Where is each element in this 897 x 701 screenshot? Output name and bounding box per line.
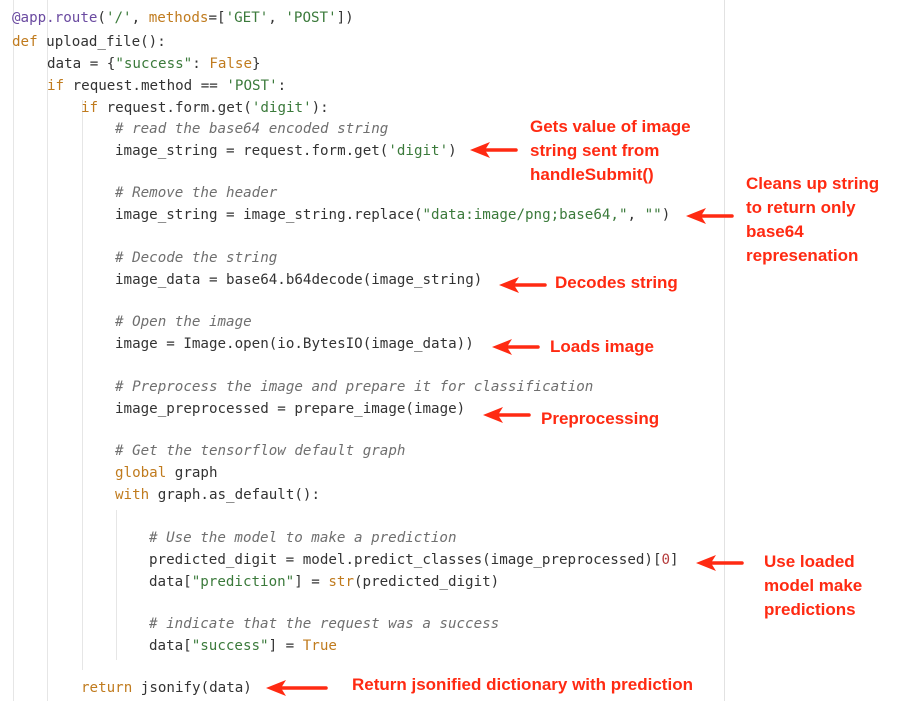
annotation-arrow [492,339,540,355]
annotation-arrow [696,555,744,571]
annotation-arrow [266,680,328,696]
annotation-arrow [470,142,518,158]
arrow-layer [266,142,744,696]
annotation-arrow [483,407,531,423]
annotation-arrow [686,208,734,224]
annotation-arrow [499,277,547,293]
